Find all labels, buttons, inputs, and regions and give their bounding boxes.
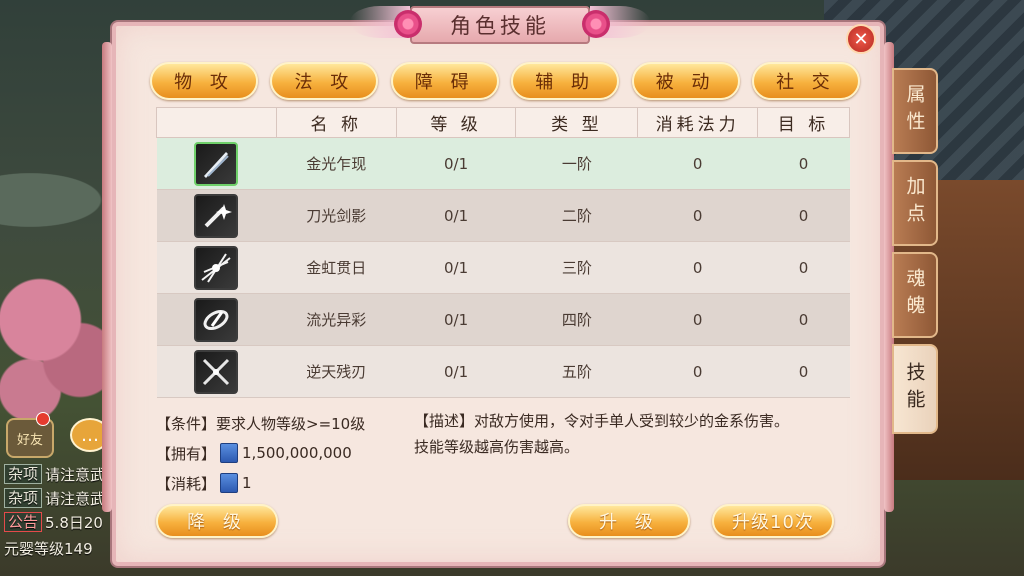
skill-mana: 0	[637, 137, 758, 190]
tab-attributes[interactable]: 属性	[892, 68, 938, 154]
skill-type: 三阶	[515, 241, 638, 294]
tab-support[interactable]: 辅 助	[511, 62, 620, 100]
skill-target: 0	[757, 345, 850, 398]
chat-line: 杂项 请注意武	[4, 462, 105, 486]
tab-passive[interactable]: 被 动	[631, 62, 740, 100]
skill-target: 0	[757, 241, 850, 294]
skill-type: 一阶	[515, 137, 638, 190]
table-row[interactable]: 刀光剑影 0/1 二阶 0 0	[156, 189, 850, 242]
condition-text: 【条件】要求人物等级>=10级	[156, 414, 366, 433]
skill-name: 刀光剑影	[276, 189, 397, 242]
tab-social[interactable]: 社 交	[751, 62, 860, 100]
skill-mana: 0	[637, 345, 758, 398]
table-header: 名 称 等 级 类 型 消耗法力 目 标	[156, 107, 850, 138]
skill-book-icon	[220, 443, 239, 463]
header-type: 类 型	[515, 107, 639, 138]
notification-dot	[36, 412, 50, 426]
chat-line: 公告 5.8日20	[4, 510, 105, 534]
skill-mana: 0	[637, 241, 758, 294]
rose-icon	[582, 10, 610, 38]
chat-line: 杂项 请注意武	[4, 486, 105, 510]
chat-tag-notice: 公告	[4, 512, 43, 532]
skill-target: 0	[757, 137, 850, 190]
skill-type: 四阶	[515, 293, 638, 346]
skill-type: 二阶	[515, 189, 638, 242]
cost-row: 【消耗】 1	[156, 468, 365, 498]
skill-level: 0/1	[396, 241, 516, 294]
cost-value: 1	[242, 474, 252, 492]
chat-text: 请注意武	[45, 465, 106, 484]
header-icon	[156, 107, 277, 138]
skill-name: 流光异彩	[276, 293, 397, 346]
chat-text: 5.8日20	[45, 513, 103, 532]
chat-tag: 杂项	[4, 488, 43, 508]
skill-mana: 0	[637, 293, 758, 346]
skill-description: 【描述】对敌方使用，令对手单人受到较少的金系伤害。 技能等级越高伤害越高。	[414, 408, 854, 460]
skill-level: 0/1	[396, 137, 516, 190]
cross-blade-icon	[194, 349, 239, 394]
table-row[interactable]: 金虹贯日 0/1 三阶 0 0	[156, 241, 850, 294]
light-burst-icon	[194, 245, 239, 290]
skill-table: 名 称 等 级 类 型 消耗法力 目 标 金光乍现 0/1 一阶 0 0 刀光剑…	[156, 107, 850, 398]
skill-level: 0/1	[396, 293, 516, 346]
sword-slash-icon	[194, 141, 239, 186]
skill-level: 0/1	[396, 345, 516, 398]
cost-label: 【消耗】	[156, 474, 217, 493]
chat-tag: 杂项	[4, 464, 43, 484]
close-icon: ✕	[853, 28, 869, 50]
category-tabs: 物 攻 法 攻 障 碍 辅 助 被 动 社 交	[150, 62, 860, 102]
own-row: 【拥有】 1,500,000,000	[156, 438, 365, 468]
rose-icon	[394, 10, 422, 38]
downgrade-button[interactable]: 降 级	[156, 504, 278, 538]
chat-text: 请注意武	[45, 489, 106, 508]
skill-target: 0	[757, 189, 850, 242]
tab-physical-attack[interactable]: 物 攻	[150, 62, 258, 100]
tab-soul[interactable]: 魂魄	[892, 252, 938, 338]
tab-add-points[interactable]: 加点	[892, 160, 938, 246]
upgrade-10-button[interactable]: 升级10次	[712, 504, 834, 538]
table-row[interactable]: 金光乍现 0/1 一阶 0 0	[156, 137, 850, 190]
side-tabs: 属性 加点 魂魄 技能	[892, 68, 942, 440]
upgrade-button[interactable]: 升 级	[568, 504, 690, 538]
skill-mana: 0	[637, 189, 758, 242]
blade-sparkle-icon	[194, 193, 239, 238]
tab-skills[interactable]: 技能	[892, 344, 938, 434]
skill-requirements: 【条件】要求人物等级>=10级 【拥有】 1,500,000,000 【消耗】 …	[156, 408, 365, 498]
spin-blade-icon	[194, 297, 239, 342]
own-value: 1,500,000,000	[242, 444, 352, 462]
skill-target: 0	[757, 293, 850, 346]
chat-line: 元婴等级149	[4, 540, 93, 558]
panel-title: 角色技能	[410, 6, 590, 44]
description-line: 【描述】对敌方使用，令对手单人受到较少的金系伤害。	[414, 412, 790, 430]
header-level: 等 级	[395, 107, 517, 138]
description-line: 技能等级越高伤害越高。	[414, 438, 580, 456]
skill-name: 金光乍现	[276, 137, 397, 190]
skill-level: 0/1	[396, 189, 516, 242]
skill-book-icon	[220, 473, 239, 493]
tab-obstruct[interactable]: 障 碍	[390, 62, 499, 100]
skill-name: 逆天残刃	[276, 345, 397, 398]
skill-type: 五阶	[515, 345, 638, 398]
chat-log: 杂项 请注意武 杂项 请注意武 公告 5.8日20	[4, 462, 105, 534]
table-row[interactable]: 流光异彩 0/1 四阶 0 0	[156, 293, 850, 346]
tab-magic-attack[interactable]: 法 攻	[270, 62, 379, 100]
header-mana-cost: 消耗法力	[637, 107, 759, 138]
close-button[interactable]: ✕	[846, 24, 876, 54]
table-row[interactable]: 逆天残刃 0/1 五阶 0 0	[156, 345, 850, 398]
own-label: 【拥有】	[156, 444, 217, 463]
header-name: 名 称	[275, 107, 397, 138]
blossom-tree	[0, 260, 110, 420]
header-target: 目 标	[757, 107, 850, 138]
skill-name: 金虹贯日	[276, 241, 397, 294]
